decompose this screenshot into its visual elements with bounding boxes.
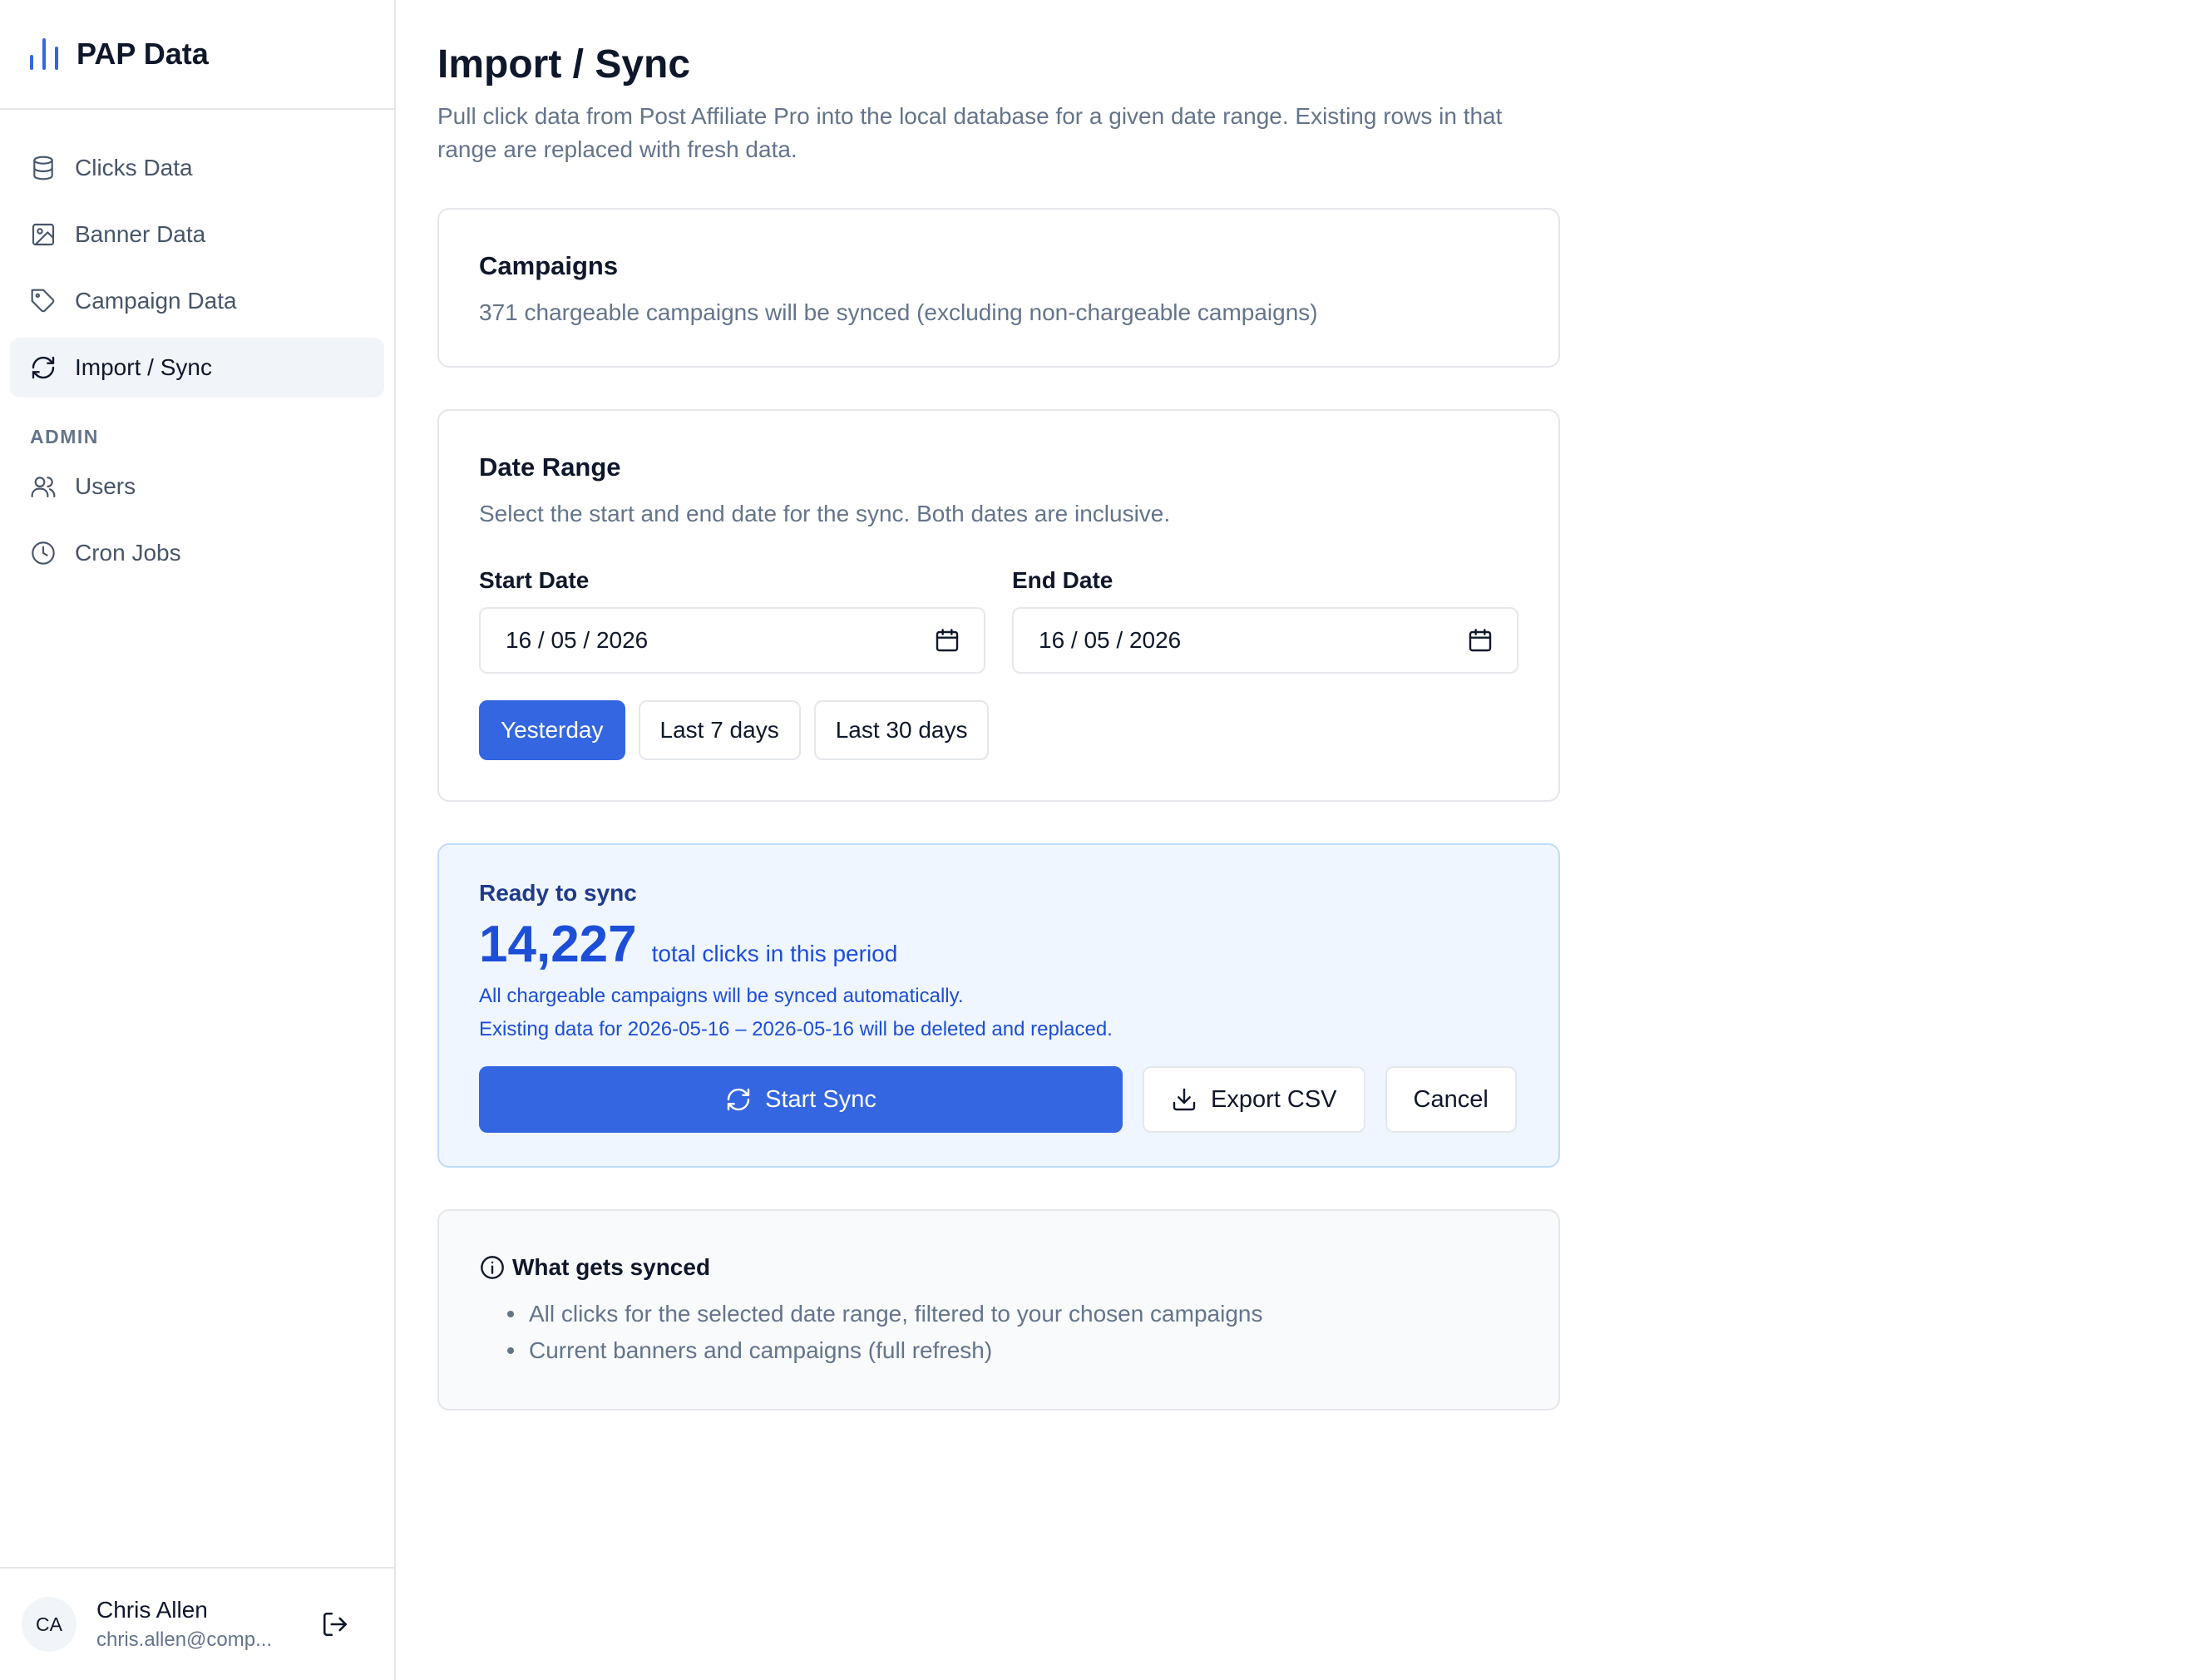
date-range-card: Date Range Select the start and end date…	[437, 409, 1560, 802]
brand[interactable]: PAP Data	[0, 0, 394, 110]
start-date-label: Start Date	[479, 567, 590, 593]
main-content: Import / Sync Pull click data from Post …	[437, 0, 1560, 1411]
date-presets: Yesterday Last 7 days Last 30 days	[479, 700, 1518, 760]
sidebar: PAP Data Clicks Data Banner Data Campaig…	[0, 0, 396, 1680]
sidebar-item-label: Clicks Data	[75, 155, 193, 180]
sync-note-replace: Existing data for 2026-05-16 – 2026-05-1…	[479, 1018, 1113, 1040]
admin-section-label: ADMIN	[30, 426, 99, 447]
user-panel: CA Chris Allen chris.allen@comp...	[0, 1567, 394, 1680]
preset-last-30-days-button[interactable]: Last 30 days	[813, 700, 990, 760]
start-sync-label: Start Sync	[765, 1085, 876, 1113]
campaigns-title: Campaigns	[479, 251, 619, 280]
click-count: 14,227	[479, 916, 637, 973]
sidebar-item-campaign-data[interactable]: Campaign Data	[10, 271, 384, 331]
refresh-icon	[32, 356, 55, 379]
sidebar-item-label: Campaign Data	[75, 288, 237, 314]
sidebar-item-label: Cron Jobs	[75, 540, 181, 566]
list-item: Current banners and campaigns (full refr…	[507, 1332, 1518, 1369]
app-name: PAP Data	[77, 37, 209, 71]
info-heading-text: What gets synced	[512, 1254, 711, 1280]
sidebar-item-label: Import / Sync	[75, 354, 212, 380]
refresh-icon	[727, 1088, 750, 1111]
sidebar-nav: Clicks Data Banner Data Campaign Data Im…	[0, 110, 394, 583]
start-date-value: 16 / 05 / 2026	[506, 627, 649, 653]
logout-icon[interactable]	[321, 1610, 349, 1638]
bar-chart-icon	[30, 38, 58, 70]
sync-note-auto: All chargeable campaigns will be synced …	[479, 985, 964, 1007]
preset-last-7-days-button[interactable]: Last 7 days	[638, 700, 801, 760]
what-gets-synced-card: What gets synced All clicks for the sele…	[437, 1209, 1560, 1411]
sidebar-item-import-sync[interactable]: Import / Sync	[10, 338, 384, 398]
sidebar-item-clicks-data[interactable]: Clicks Data	[10, 138, 384, 198]
sidebar-item-cron-jobs[interactable]: Cron Jobs	[10, 523, 384, 583]
page-title: Import / Sync	[437, 42, 691, 86]
start-sync-button[interactable]: Start Sync	[479, 1066, 1123, 1133]
sidebar-item-label: Users	[75, 473, 136, 499]
user-email: chris.allen@comp...	[96, 1628, 273, 1651]
image-icon	[32, 223, 55, 246]
sync-heading: Ready to sync	[479, 880, 637, 906]
export-csv-button[interactable]: Export CSV	[1143, 1066, 1365, 1133]
users-icon	[31, 477, 56, 498]
start-date-field: Start Date 16 / 05 / 2026	[479, 567, 985, 674]
campaigns-subtitle: 371 chargeable campaigns will be synced …	[479, 299, 1318, 325]
sync-count-row: 14,227 total clicks in this period	[479, 915, 1518, 975]
avatar: CA	[22, 1597, 77, 1652]
preset-yesterday-button[interactable]: Yesterday	[479, 700, 625, 760]
tag-icon	[31, 289, 55, 313]
campaigns-card: Campaigns 371 chargeable campaigns will …	[437, 208, 1560, 368]
date-range-title: Date Range	[479, 452, 621, 482]
end-date-value: 16 / 05 / 2026	[1039, 627, 1182, 653]
sidebar-item-users[interactable]: Users	[10, 457, 384, 516]
bullet-icon	[507, 1347, 514, 1354]
info-icon	[481, 1256, 504, 1279]
end-date-field: End Date 16 / 05 / 2026	[1012, 567, 1518, 674]
clock-icon	[32, 541, 55, 565]
calendar-icon[interactable]	[934, 627, 960, 654]
click-count-label: total clicks in this period	[651, 941, 898, 966]
sidebar-item-banner-data[interactable]: Banner Data	[10, 205, 384, 264]
download-icon	[1173, 1088, 1196, 1111]
sync-summary-card: Ready to sync 14,227 total clicks in thi…	[437, 843, 1560, 1168]
list-item-text: Current banners and campaigns (full refr…	[529, 1337, 993, 1363]
sidebar-item-label: Banner Data	[75, 221, 206, 247]
date-fields: Start Date 16 / 05 / 2026 End Date 16 / …	[479, 567, 1518, 674]
list-item: All clicks for the selected date range, …	[507, 1296, 1518, 1332]
user-name: Chris Allen	[96, 1597, 208, 1623]
end-date-input[interactable]: 16 / 05 / 2026	[1012, 607, 1518, 674]
page-description: Pull click data from Post Affiliate Pro …	[437, 103, 1503, 162]
end-date-label: End Date	[1012, 567, 1113, 593]
bullet-icon	[507, 1311, 514, 1317]
list-item-text: All clicks for the selected date range, …	[529, 1301, 1263, 1327]
info-list: All clicks for the selected date range, …	[479, 1296, 1518, 1369]
export-csv-label: Export CSV	[1211, 1085, 1337, 1113]
cancel-button[interactable]: Cancel	[1385, 1066, 1517, 1133]
date-range-subtitle: Select the start and end date for the sy…	[479, 501, 1171, 526]
user-info: Chris Allen chris.allen@comp...	[96, 1597, 321, 1652]
sync-actions: Start Sync Export CSV Cancel	[479, 1066, 1518, 1133]
info-heading: What gets synced	[479, 1254, 1518, 1281]
calendar-icon[interactable]	[1467, 627, 1494, 654]
database-icon	[33, 156, 53, 180]
start-date-input[interactable]: 16 / 05 / 2026	[479, 607, 985, 674]
